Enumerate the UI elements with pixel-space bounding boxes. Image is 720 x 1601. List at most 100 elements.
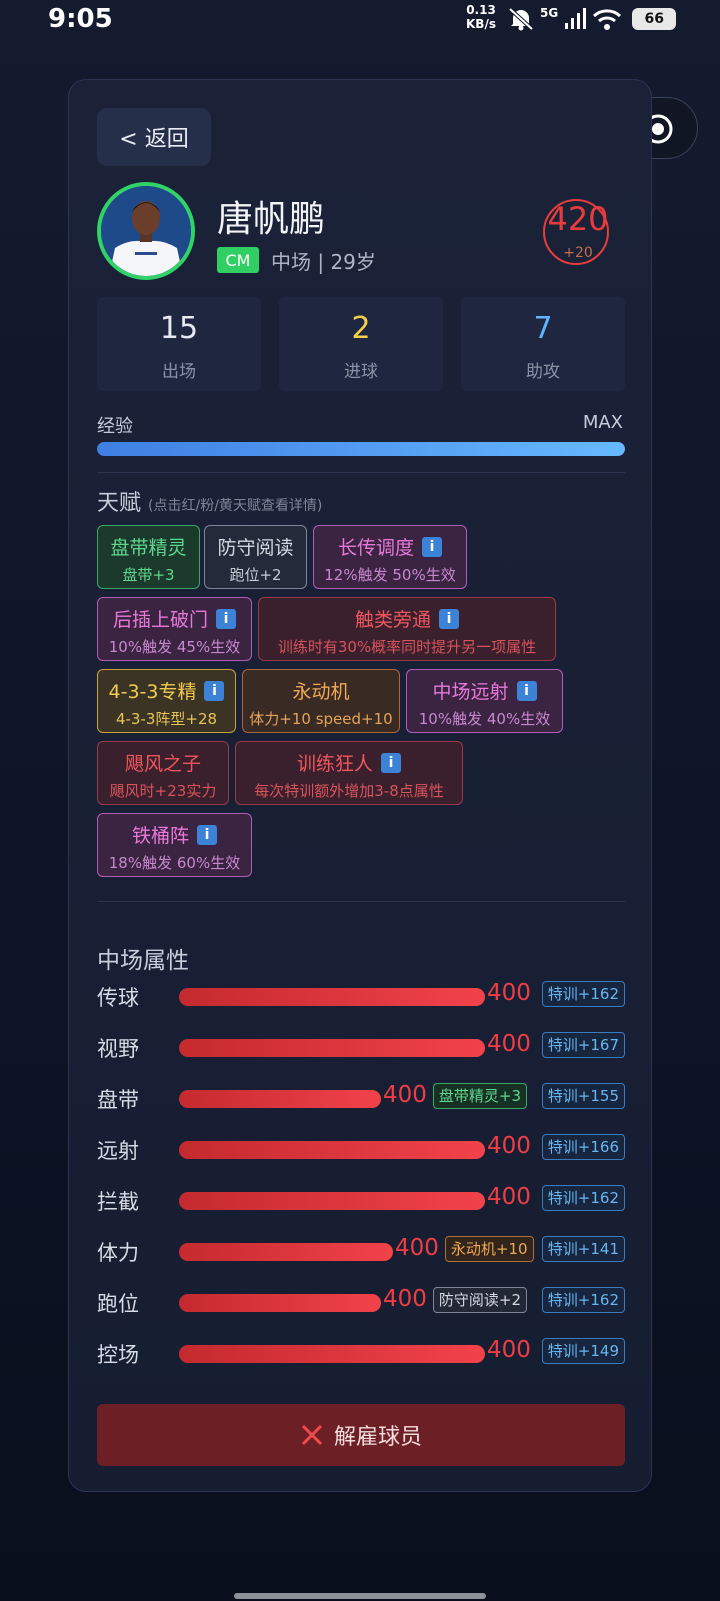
attribute-row: 远射 400 特训+166 [97,1133,625,1164]
position-badge: CM [217,247,259,273]
stat-label: 进球 [344,362,378,382]
attribute-row: 体力 400 永动机+10 特训+141 [97,1235,625,1266]
talent-desc: 18%触发 60%生效 [108,854,241,872]
talent-item[interactable]: 中场远射 i 10%触发 40%生效 [406,669,563,733]
stat-label: 助攻 [526,362,560,382]
stat-value: 15 [159,311,199,346]
talent-name-row: 飓风之子 [98,749,228,776]
attribute-training-chip: 特训+155 [541,1083,625,1109]
player-portrait [101,186,191,276]
attribute-label: 远射 [97,1139,139,1163]
attribute-bar [179,1039,485,1057]
stat-value: 7 [533,311,553,346]
attribute-training-chip: 特训+162 [541,1185,625,1211]
talent-desc: 飓风时+23实力 [109,782,217,800]
attribute-bar [179,1141,485,1159]
info-icon[interactable]: i [216,608,236,629]
talents-heading: 天赋 (点击红/粉/黄天赋查看详情) [97,485,322,517]
talent-name: 4-3-3专精 [108,681,197,703]
talent-item[interactable]: 飓风之子飓风时+23实力 [97,741,229,805]
attribute-bar [179,1192,485,1210]
attribute-label: 体力 [97,1241,139,1265]
wifi-icon [593,9,622,30]
attribute-training-chip: 特训+141 [541,1236,625,1262]
talent-desc: 盘带+3 [122,566,175,584]
stat-assists: 7 助攻 [461,297,625,391]
attribute-bar [179,1090,381,1108]
attribute-training-chip: 特训+167 [541,1032,625,1058]
talent-desc: 跑位+2 [229,566,282,584]
attribute-bonus-chip: 防守阅读+2 [432,1287,528,1313]
talent-name: 飓风之子 [124,753,201,775]
status-icons: 5G 66 [508,6,677,32]
back-button[interactable]: < 返回 [97,108,211,166]
info-icon[interactable]: i [197,824,217,845]
info-icon[interactable]: i [422,536,442,557]
talent-item[interactable]: 防守阅读跑位+2 [204,525,307,589]
talent-name-row: 防守阅读 [205,533,306,560]
info-icon[interactable]: i [204,680,225,701]
attribute-bar [179,1345,485,1363]
attribute-value: 400 [487,1184,531,1210]
rating-value: 420 [547,200,609,238]
talent-name-row: 铁桶阵 i [98,821,251,848]
divider [97,901,625,902]
talent-item[interactable]: 4-3-3专精 i 4-3-3阵型+28 [97,669,236,733]
attribute-row: 跑位 400 防守阅读+2 特训+162 [97,1286,625,1317]
player-avatar [97,182,195,280]
attribute-label: 拦截 [97,1190,139,1214]
attribute-value: 400 [487,980,531,1006]
talent-desc: 4-3-3阵型+28 [115,710,218,728]
talent-name-row: 盘带精灵 [98,533,199,560]
talent-name: 铁桶阵 [131,825,189,847]
talent-desc: 训练时有30%概率同时提升另一项属性 [277,638,537,656]
divider [97,472,625,473]
status-time: 9:05 [48,4,113,34]
talent-name-row: 4-3-3专精 i [98,677,235,704]
talent-desc: 12%触发 50%生效 [324,566,456,584]
talent-name: 防守阅读 [217,537,294,559]
attribute-row: 视野 400 特训+167 [97,1031,625,1062]
attribute-bar [179,1294,381,1312]
network-speed-value: 0.13 [466,3,496,17]
talent-name: 盘带精灵 [110,537,187,559]
talent-desc: 体力+10 speed+10 [249,710,393,728]
talent-name-row: 训练狂人 i [236,749,462,776]
talent-name: 永动机 [292,681,350,703]
info-icon[interactable]: i [381,752,401,773]
talent-item[interactable]: 永动机体力+10 speed+10 [242,669,400,733]
mute-icon [508,7,534,31]
attribute-label: 控场 [97,1343,139,1367]
attribute-training-chip: 特训+162 [541,981,625,1007]
talent-desc: 10%触发 45%生效 [108,638,241,656]
attribute-row: 传球 400 特训+162 [97,980,625,1011]
talents-title: 天赋 [97,491,142,516]
home-indicator[interactable] [234,1593,486,1599]
talent-item[interactable]: 长传调度 i 12%触发 50%生效 [313,525,467,589]
talent-name-row: 中场远射 i [407,677,562,704]
stat-label: 出场 [162,362,196,382]
attribute-bar [179,988,485,1006]
talent-name: 中场远射 [432,681,509,703]
release-player-button[interactable]: 解雇球员 [97,1404,625,1466]
talent-item[interactable]: 触类旁通 i 训练时有30%概率同时提升另一项属性 [258,597,556,661]
player-detail-card: < 返回 唐帆鹏 CM 中场 | 29岁 420 +20 15 出场 2 进球 … [68,79,652,1492]
talent-desc: 每次特训额外增加3-8点属性 [254,782,444,800]
attribute-bonus-chip: 盘带精灵+3 [432,1083,528,1109]
attribute-row: 控场 400 特训+149 [97,1337,625,1368]
talent-item[interactable]: 铁桶阵 i 18%触发 60%生效 [97,813,252,877]
attribute-value: 400 [487,1337,531,1363]
attribute-label: 跑位 [97,1292,139,1316]
position-age: 中场 | 29岁 [271,250,376,274]
network-type: 5G [540,6,559,20]
overall-rating: 420 +20 [543,199,609,265]
talent-item[interactable]: 训练狂人 i 每次特训额外增加3-8点属性 [235,741,463,805]
talent-item[interactable]: 后插上破门 i 10%触发 45%生效 [97,597,252,661]
status-bar: 9:05 0.13 KB/s 5G 66 [0,0,720,40]
info-icon[interactable]: i [516,680,537,701]
talent-name: 触类旁通 [354,609,431,631]
talent-item[interactable]: 盘带精灵盘带+3 [97,525,200,589]
talent-desc: 10%触发 40%生效 [418,710,551,728]
info-icon[interactable]: i [439,608,459,629]
experience-label: 经验 [97,416,133,437]
